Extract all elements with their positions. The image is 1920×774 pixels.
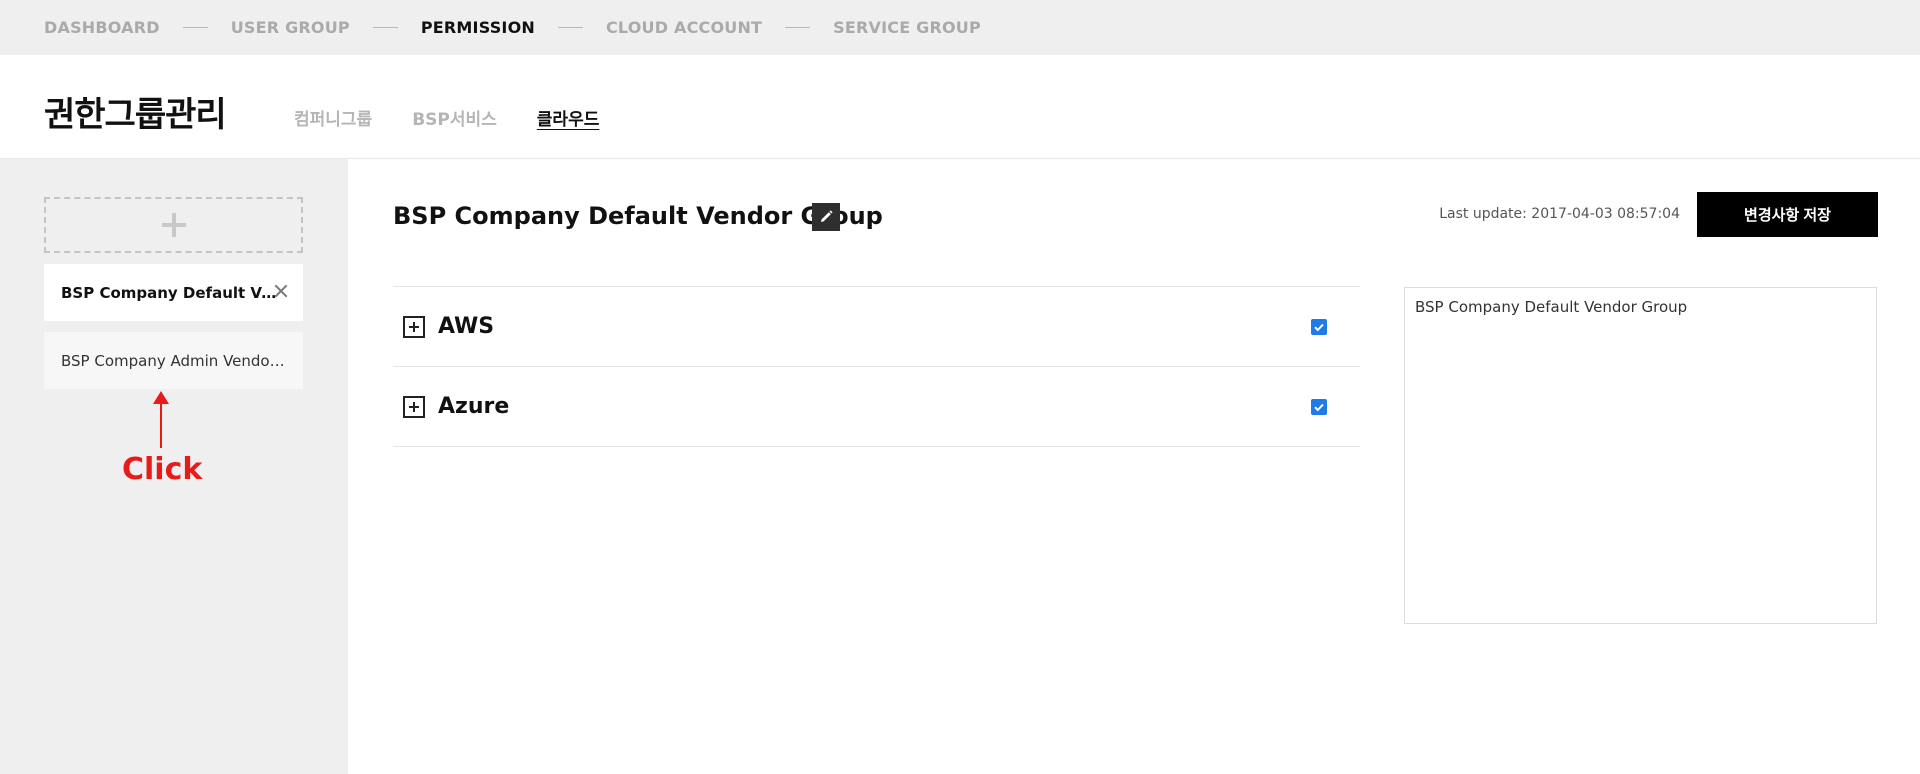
tab-company-group[interactable]: 컴퍼니그룹 xyxy=(294,105,372,130)
group-item-default-vendor[interactable]: BSP Company Default Vendor Group xyxy=(44,264,303,321)
provider-list: AWS Azure xyxy=(393,286,1360,447)
main-panel: BSP Company Default Vendor Group Last up… xyxy=(348,159,1920,774)
step-dashboard[interactable]: DASHBOARD xyxy=(44,18,160,37)
plus-icon xyxy=(161,213,186,237)
checkmark-icon xyxy=(1314,323,1324,331)
click-annotation: Click xyxy=(122,452,203,487)
close-icon[interactable] xyxy=(273,283,289,299)
annotation-arrow-line xyxy=(160,398,162,448)
group-item-label: BSP Company Default Vendor Group xyxy=(61,283,286,302)
last-update-text: Last update: 2017-04-03 08:57:04 xyxy=(1439,206,1680,222)
step-separator xyxy=(182,27,208,28)
page-title: 권한그룹관리 xyxy=(44,95,227,135)
step-service-group[interactable]: SERVICE GROUP xyxy=(833,18,981,37)
description-textarea[interactable]: BSP Company Default Vendor Group xyxy=(1404,287,1877,624)
provider-name: AWS xyxy=(438,314,495,339)
step-navigation: DASHBOARD USER GROUP PERMISSION CLOUD AC… xyxy=(0,0,1920,55)
group-item-label: BSP Company Admin Vendor Group xyxy=(61,351,286,370)
save-changes-button[interactable]: 변경사항 저장 xyxy=(1697,192,1878,237)
provider-name: Azure xyxy=(438,394,510,419)
step-permission[interactable]: PERMISSION xyxy=(421,18,535,37)
pencil-icon xyxy=(821,210,833,222)
step-separator xyxy=(557,27,583,28)
expand-plus-icon[interactable] xyxy=(403,315,425,338)
step-separator xyxy=(372,27,398,28)
provider-checkbox[interactable] xyxy=(1311,398,1327,415)
provider-checkbox[interactable] xyxy=(1311,318,1327,335)
group-item-admin-vendor[interactable]: BSP Company Admin Vendor Group xyxy=(44,332,303,389)
checkmark-icon xyxy=(1314,403,1324,411)
add-group-button[interactable] xyxy=(44,197,303,253)
provider-row-aws: AWS xyxy=(393,287,1360,367)
step-cloud-account[interactable]: CLOUD ACCOUNT xyxy=(606,18,762,37)
expand-plus-icon[interactable] xyxy=(403,395,425,418)
tab-cloud[interactable]: 클라우드 xyxy=(537,105,600,130)
category-tabs: 컴퍼니그룹 BSP서비스 클라우드 xyxy=(294,105,639,130)
edit-title-button[interactable] xyxy=(812,203,840,231)
tab-bsp-service[interactable]: BSP서비스 xyxy=(412,105,497,130)
provider-row-azure: Azure xyxy=(393,367,1360,447)
step-user-group[interactable]: USER GROUP xyxy=(231,18,350,37)
step-separator xyxy=(785,27,811,28)
page-header: 권한그룹관리 컴퍼니그룹 BSP서비스 클라우드 xyxy=(0,55,1920,159)
group-title: BSP Company Default Vendor Group xyxy=(393,202,883,230)
